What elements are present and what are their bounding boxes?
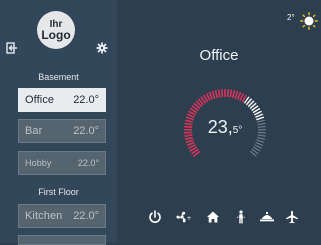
section-label-basement: Basement <box>0 72 117 82</box>
weather: 2° <box>287 13 295 22</box>
dial-tick <box>256 140 264 142</box>
dial-tick <box>184 132 192 133</box>
dial-tick <box>228 89 229 97</box>
dial-tick <box>185 123 193 124</box>
power-icon[interactable] <box>148 210 162 224</box>
logo: Ihr Logo <box>37 11 75 49</box>
dial-tick <box>186 117 194 120</box>
dial-value-frac: 5° <box>233 125 243 136</box>
room-hobby[interactable]: Hobby 22.0° <box>18 151 106 175</box>
room-partial[interactable] <box>18 235 106 245</box>
person-icon[interactable] <box>235 210 247 224</box>
dial-value: 23,5° <box>195 117 255 138</box>
dial-tick <box>256 117 264 120</box>
dial-tick <box>212 91 214 99</box>
dial-tick <box>185 137 193 139</box>
weather-temp: 2° <box>287 13 295 22</box>
section-label-first-floor: First Floor <box>0 187 117 197</box>
room-bar[interactable]: Bar 22.0° <box>18 119 106 143</box>
dial-tick <box>222 89 223 97</box>
dial-tick <box>230 90 231 98</box>
room-name: Office <box>25 94 54 106</box>
dial-value-int: 23, <box>208 117 233 137</box>
dial-tick <box>235 91 237 99</box>
room-name: Hobby <box>25 158 52 168</box>
dial-tick <box>258 135 266 136</box>
page-title: Office <box>117 47 321 64</box>
sun-icon <box>300 12 318 30</box>
room-name: Bar <box>25 125 42 137</box>
tray-icon[interactable] <box>259 210 275 224</box>
airplane-icon[interactable] <box>285 210 299 224</box>
home-icon[interactable] <box>206 210 220 224</box>
dial-tick <box>257 120 265 122</box>
svg-text:+: + <box>187 215 192 222</box>
room-temp: 22.0° <box>73 94 99 106</box>
dial-tick <box>219 90 220 98</box>
sidebar: Ihr Logo Basement Office 22.0° Bar 22.0°… <box>0 0 117 243</box>
fan-icon[interactable]: + <box>175 210 191 224</box>
room-name: Kitchen <box>25 210 62 222</box>
logo-line-2: Logo <box>41 30 70 41</box>
dial-tick <box>184 135 192 136</box>
dial-tick <box>185 120 193 122</box>
dial-tick <box>256 142 263 145</box>
dial-tick <box>258 132 266 133</box>
dial-tick <box>186 140 194 142</box>
room-office[interactable]: Office 22.0° <box>18 88 106 112</box>
dial-tick <box>258 123 266 124</box>
gear-icon[interactable] <box>96 42 108 54</box>
logout-icon[interactable] <box>6 42 18 54</box>
dial-tick <box>258 127 266 128</box>
room-temp: 22.0° <box>73 125 99 137</box>
dial-tick <box>255 114 262 117</box>
room-temp: 22.0° <box>78 158 99 168</box>
dial-tick <box>215 90 217 98</box>
dial-tick <box>257 137 265 139</box>
dial-tick <box>184 127 192 128</box>
room-kitchen[interactable]: Kitchen 22.0° <box>18 204 106 228</box>
dial-tick <box>233 90 235 98</box>
room-temp: 22.0° <box>73 210 99 222</box>
